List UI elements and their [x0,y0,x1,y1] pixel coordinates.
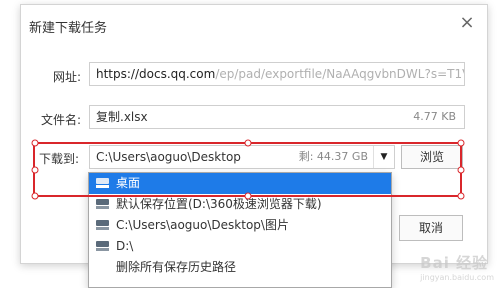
path-value: C:\Users\aoguo\Desktop [96,150,241,164]
dropdown-arrow-icon[interactable]: ▼ [373,146,394,168]
url-field[interactable]: https://docs.qq.com/ep/pad/exportfile/Na… [89,62,465,86]
browse-button[interactable]: 浏览 [401,145,463,169]
desktop-drive-icon [96,178,109,188]
drive-icon [96,241,109,251]
option-label: C:\Users\aoguo\Desktop\图片 [116,218,289,232]
close-icon[interactable]: × [457,13,477,33]
free-space: 剩: 44.37 GB [298,150,368,163]
filename-label: 文件名: [41,113,82,127]
option-label: 桌面 [116,176,141,190]
url-label: 网址: [53,70,82,84]
save-path-dropdown: 桌面 默认保存位置(D:\360极速浏览器下载) C:\Users\aoguo\… [88,172,392,288]
cancel-button[interactable]: 取消 [399,215,463,241]
option-label: D:\ [116,239,134,253]
watermark-sub: jingyan.baidu.com [420,273,494,282]
drive-icon [96,199,109,209]
option-label: 默认保存位置(D:\360极速浏览器下载) [116,197,322,211]
dropdown-option-desktop[interactable]: 桌面 [89,173,391,194]
save-path-select[interactable]: C:\Users\aoguo\Desktop 剩: 44.37 GB ▼ [89,145,395,169]
file-size: 4.77 KB [413,110,456,123]
dropdown-option-clear-history[interactable]: 删除所有保存历史路径 [89,257,391,278]
filename-value: 复制.xlsx [96,110,148,124]
watermark: Bai 经验 jingyan.baidu.com [420,252,494,282]
dialog-title: 新建下载任务 [29,21,108,36]
path-label: 下载到: [39,152,80,166]
url-path: /ep/pad/exportfile/NaAAqgvbnDWL?s=T1VCMx… [215,67,464,81]
dropdown-option-d-drive[interactable]: D:\ [89,236,391,257]
watermark-main: Bai 经验 [420,254,489,272]
filename-input[interactable]: 复制.xlsx 4.77 KB [89,105,465,129]
dropdown-option-pictures[interactable]: C:\Users\aoguo\Desktop\图片 [89,215,391,236]
dropdown-option-default-location[interactable]: 默认保存位置(D:\360极速浏览器下载) [89,194,391,215]
url-host: https://docs.qq.com [96,67,216,81]
drive-icon [96,220,109,230]
option-label: 删除所有保存历史路径 [116,260,237,274]
